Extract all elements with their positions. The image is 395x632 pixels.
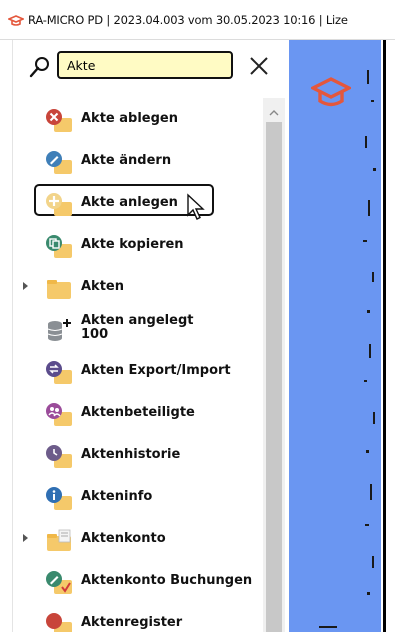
background-pattern bbox=[319, 70, 376, 628]
beteiligte-icon bbox=[45, 402, 73, 428]
list-item-akte-kopieren[interactable]: Akte kopieren bbox=[13, 228, 263, 262]
list-item-akteninfo[interactable]: Akteninfo bbox=[13, 480, 263, 514]
window-title: RA-MICRO PD | 2023.04.003 vom 30.05.2023… bbox=[28, 13, 348, 27]
list-item-label: Akteninfo bbox=[81, 489, 153, 504]
list-item-label: Aktenbeteiligte bbox=[81, 405, 195, 420]
list-item-label: Akte ablegen bbox=[81, 111, 178, 126]
akte-kopieren-icon bbox=[45, 234, 73, 260]
list-item-akten-export-import[interactable]: Akten Export/Import bbox=[13, 354, 263, 388]
search-icon[interactable] bbox=[29, 56, 51, 82]
aktenkonto-icon bbox=[45, 528, 73, 554]
search-results-list: Akte ablegen Akte ändern Akte anlegen Ak… bbox=[13, 98, 263, 632]
scroll-up-icon[interactable] bbox=[269, 102, 279, 121]
list-item-label: Akte ändern bbox=[81, 153, 172, 168]
list-item-label: Akten Export/Import bbox=[81, 363, 231, 378]
close-icon[interactable] bbox=[249, 56, 269, 76]
historie-icon bbox=[45, 444, 73, 470]
buchungen-icon bbox=[45, 570, 73, 596]
list-item-akten[interactable]: Akten bbox=[13, 270, 263, 304]
scroll-thumb[interactable] bbox=[266, 122, 282, 632]
list-item-label: Aktenkonto Buchungen bbox=[81, 573, 253, 588]
navigation-panel: Akte Akte ablegen Akte ändern Akte anleg… bbox=[12, 40, 287, 632]
vertical-scrollbar[interactable] bbox=[263, 98, 285, 632]
background-pane bbox=[289, 40, 381, 632]
folder-icon bbox=[45, 276, 73, 302]
list-item-count: 100 bbox=[81, 327, 109, 342]
mouse-cursor-icon bbox=[186, 193, 206, 227]
register-icon bbox=[45, 612, 73, 632]
akte-anlegen-icon bbox=[45, 192, 73, 218]
expand-arrow-icon[interactable] bbox=[23, 534, 28, 542]
list-item-aktenhistorie[interactable]: Aktenhistorie bbox=[13, 438, 263, 472]
search-input[interactable]: Akte bbox=[57, 51, 233, 79]
list-item-label: Akten angelegt 100 bbox=[81, 314, 193, 342]
list-item-label: Aktenhistorie bbox=[81, 447, 181, 462]
list-item-aktenregister[interactable]: Aktenregister bbox=[13, 606, 263, 632]
list-item-akten-angelegt[interactable]: Akten angelegt 100 bbox=[13, 312, 263, 346]
list-item-label: Akten bbox=[81, 279, 124, 294]
list-item-akte-anlegen[interactable]: Akte anlegen bbox=[13, 184, 263, 220]
expand-arrow-icon[interactable] bbox=[23, 282, 28, 290]
list-item-aktenbeteiligte[interactable]: Aktenbeteiligte bbox=[13, 396, 263, 430]
title-bar: RA-MICRO PD | 2023.04.003 vom 30.05.2023… bbox=[0, 0, 395, 40]
database-icon bbox=[45, 318, 73, 344]
list-item-akte-ablegen[interactable]: Akte ablegen bbox=[13, 102, 263, 136]
window-border bbox=[383, 40, 386, 632]
list-item-label: Akte kopieren bbox=[81, 237, 184, 252]
akte-ablegen-icon bbox=[45, 108, 73, 134]
list-item-title: Akten angelegt bbox=[81, 313, 194, 328]
list-item-label: Aktenkonto bbox=[81, 531, 166, 546]
akte-aendern-icon bbox=[45, 150, 73, 176]
list-item-label: Aktenregister bbox=[81, 615, 183, 630]
info-icon bbox=[45, 486, 73, 512]
list-item-label: Akte anlegen bbox=[81, 195, 178, 210]
app-logo-icon bbox=[6, 12, 26, 31]
export-import-icon bbox=[45, 360, 73, 386]
list-item-akte-aendern[interactable]: Akte ändern bbox=[13, 144, 263, 178]
list-item-aktenkonto[interactable]: Aktenkonto bbox=[13, 522, 263, 556]
list-item-aktenkonto-buchungen[interactable]: Aktenkonto Buchungen bbox=[13, 564, 263, 598]
